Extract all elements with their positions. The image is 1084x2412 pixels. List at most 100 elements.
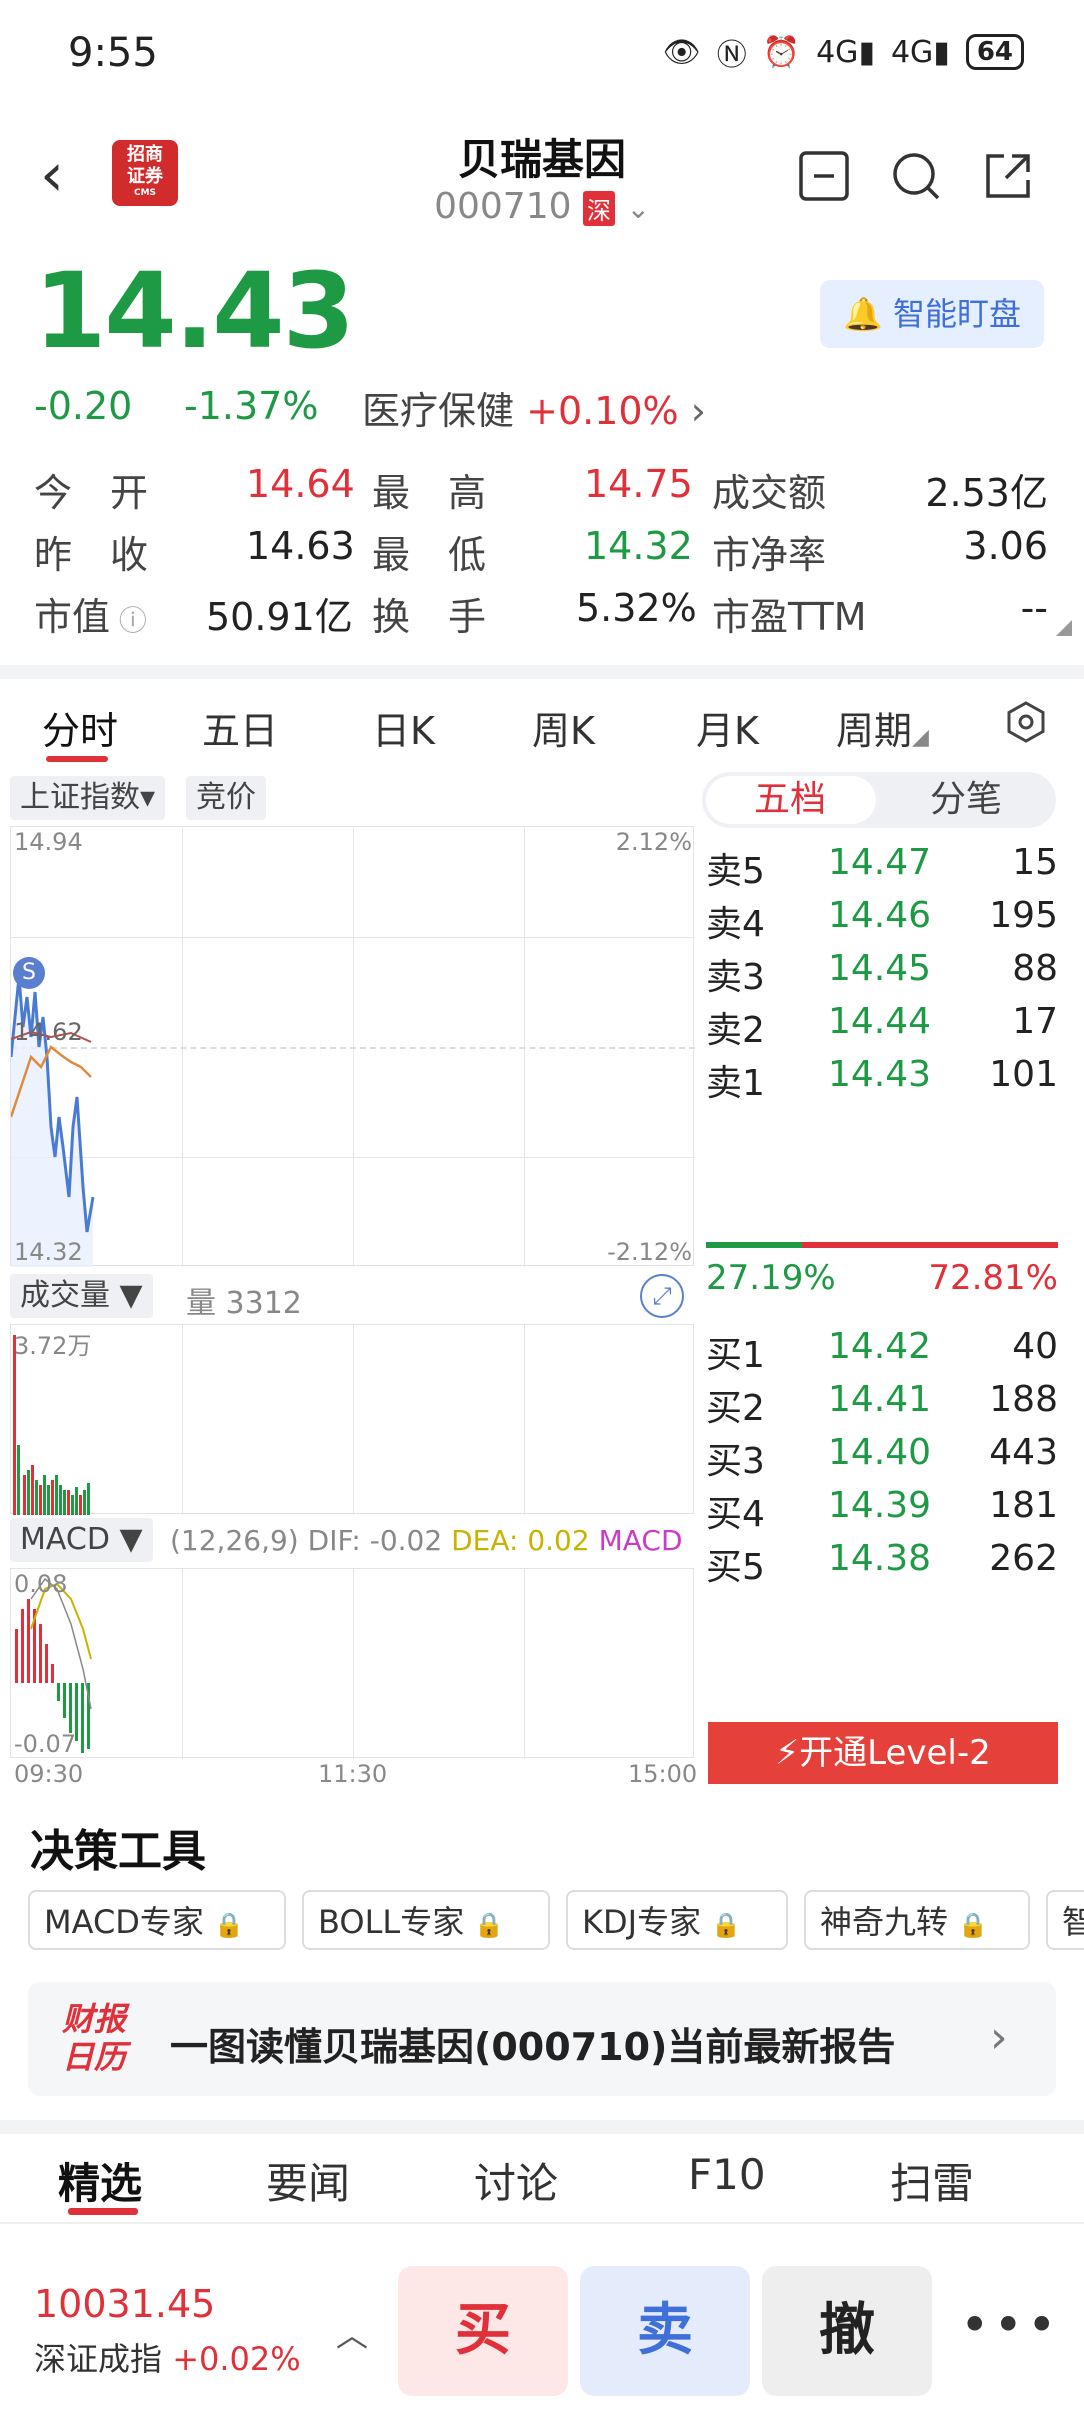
macd-readout: (12,26,9) DIF: -0.02 DEA: 0.02 MACD [170,1524,683,1557]
ask-level-label: 卖2 [706,1010,765,1051]
index-value[interactable]: 10031.45 [34,2282,215,2326]
buy-ratio: 27.19% [706,1258,836,1298]
ask-volume: 195 [989,895,1058,936]
tab-period[interactable]: 周期◢ [836,700,929,755]
divider [0,2222,1084,2224]
bid-price: 14.38 [828,1538,932,1579]
tool-boll-expert[interactable]: BOLL专家 🔒 [302,1890,550,1950]
ask-volume: 101 [989,1054,1058,1095]
cancel-order-button[interactable]: 撤 [762,2266,932,2396]
search-icon[interactable] [890,150,942,202]
index-overlay-selector[interactable]: 上证指数▾ [10,776,166,820]
pct-axis-top: 2.12% [615,828,692,856]
tool-magic-nine[interactable]: 神奇九转 🔒 [804,1890,1030,1950]
price-change: -0.20 [34,384,133,428]
turnover-value: 5.32% [576,586,697,630]
pe-label: 市盈TTM [712,595,867,639]
minus-square-icon[interactable] [798,150,850,202]
tab-five-level[interactable]: 五档 [754,776,826,824]
ask-level-label: 卖3 [706,957,765,998]
ask-row[interactable]: 卖5 14.47 15 [706,842,1058,892]
ask-row[interactable]: 卖2 14.44 17 [706,1001,1058,1051]
tool-kdj-expert[interactable]: KDJ专家 🔒 [566,1890,788,1950]
bid-price: 14.40 [828,1432,932,1473]
expand-corner-icon[interactable] [1056,620,1072,636]
tab-risk-scan[interactable]: 扫雷 [890,2150,974,2211]
time-axis-mid: 11:30 [318,1760,388,1788]
bid-row[interactable]: 买5 14.38 262 [706,1538,1058,1588]
tab-f10[interactable]: F10 [688,2150,766,2199]
high-value: 14.75 [584,462,693,506]
bid-price: 14.42 [828,1326,932,1367]
intraday-chart[interactable]: S [10,826,695,1267]
turnover-label: 换 手 [372,595,487,639]
amount-label: 成交额 [712,471,827,515]
volume-indicator-selector[interactable]: 成交量 ▼ [10,1274,153,1318]
pct-axis-bottom: -2.12% [607,1238,692,1266]
ask-row[interactable]: 卖1 14.43 101 [706,1054,1058,1104]
tools-section-title: 决策工具 [30,1826,206,1877]
info-icon[interactable]: ⓘ [110,604,147,637]
tab-weekly-k[interactable]: 周K [532,700,595,755]
tab-news[interactable]: 要闻 [266,2150,350,2211]
pe-value: -- [1020,586,1048,630]
ask-volume: 17 [1012,1001,1058,1042]
ask-level-label: 卖5 [706,851,765,892]
tab-monthly-k[interactable]: 月K [696,700,759,755]
chevron-up-icon[interactable]: ︿ [336,2310,368,2356]
lightning-icon: ⚡ [775,1733,800,1773]
bid-level-label: 买4 [706,1494,765,1535]
settings-icon[interactable] [1004,700,1048,748]
tab-tick-detail[interactable]: 分笔 [930,776,1002,824]
ask-price: 14.47 [828,842,932,883]
tab-intraday[interactable]: 分时 [42,700,118,755]
signal-icon-1: 4G▮ [816,34,875,70]
amount-value: 2.53亿 [925,471,1048,515]
bid-row[interactable]: 买2 14.41 188 [706,1379,1058,1429]
macd-indicator-selector[interactable]: MACD ▼ [10,1518,153,1562]
eye-icon: 👁 [662,34,701,70]
ask-row[interactable]: 卖3 14.45 88 [706,948,1058,998]
macd-chart[interactable] [10,1568,694,1759]
index-name-row[interactable]: 深证成指 +0.02% [34,2334,301,2380]
high-label: 最 高 [372,471,487,515]
ask-row[interactable]: 卖4 14.46 195 [706,895,1058,945]
low-value: 14.32 [584,524,693,568]
time-axis-start: 09:30 [14,1760,84,1788]
earnings-report-text: 一图读懂贝瑞基因(000710)当前最新报告 [170,2025,896,2069]
buy-button[interactable]: 买 [398,2266,568,2396]
tool-macd-expert[interactable]: MACD专家 🔒 [28,1890,286,1950]
market-badge: 深 [582,190,615,226]
bid-level-label: 买2 [706,1388,765,1429]
tab-five-day[interactable]: 五日 [202,700,278,755]
sell-button[interactable]: 卖 [580,2266,750,2396]
more-options-icon[interactable]: ••• [960,2296,1060,2354]
fullscreen-icon[interactable]: ⤢ [640,1274,684,1318]
stock-code: 000710 [434,186,572,227]
market-cap-label: 市值 ⓘ [34,595,147,639]
current-price: 14.43 [34,250,355,372]
open-level2-button[interactable]: ⚡开通Level-2 [708,1722,1058,1784]
tab-discussion[interactable]: 讨论 [474,2150,558,2211]
call-auction-toggle[interactable]: 竞价 [186,776,266,820]
buy-ratio-fill [706,1242,802,1248]
volume-chart[interactable] [10,1324,694,1515]
tab-featured[interactable]: 精选 [58,2150,142,2211]
chevron-right-icon: › [690,389,706,433]
tab-daily-k[interactable]: 日K [372,700,435,755]
tool-more-partial[interactable]: 智 [1046,1890,1084,1950]
section-divider [0,665,1084,679]
open-value: 14.64 [246,462,355,506]
smart-alert-button[interactable]: 🔔 智能盯盘 [820,280,1044,348]
macd-axis-top: 0.08 [14,1570,68,1598]
ask-volume: 88 [1012,948,1058,989]
ask-volume: 15 [1012,842,1058,883]
bid-level-label: 买5 [706,1547,765,1588]
bid-row[interactable]: 买4 14.39 181 [706,1485,1058,1535]
sector-link[interactable]: 医疗保健 +0.10% › [362,380,706,435]
sell-signal-marker[interactable]: S [13,957,45,989]
bid-volume: 181 [989,1485,1058,1526]
bid-row[interactable]: 买3 14.40 443 [706,1432,1058,1482]
share-icon[interactable] [982,150,1034,202]
bid-row[interactable]: 买1 14.42 40 [706,1326,1058,1376]
